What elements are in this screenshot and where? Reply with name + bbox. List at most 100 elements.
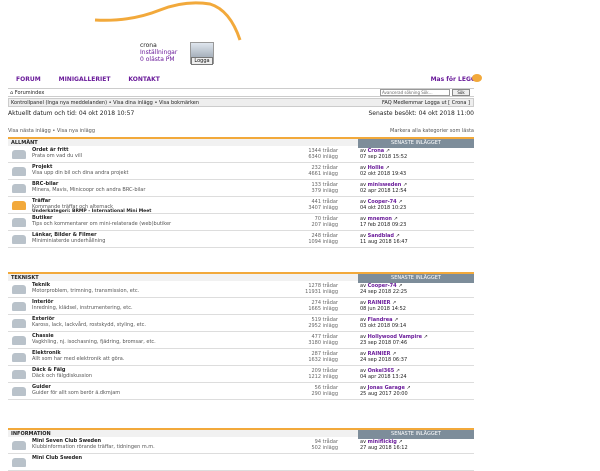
forum-folder-icon [12,285,26,294]
settings-link[interactable]: Inställningar [140,49,177,56]
forum-row: Mini Seven Club Sweden Klubbinformation r… [8,437,474,454]
post-count: 11931 inlägg [305,289,338,295]
forum-row: Ordet är fritt Prata om vad du vill 1344 t… [8,146,474,163]
forum-row: Chassie Vagkhling, nj. isochasning, fjädr… [8,332,474,349]
forum-title[interactable]: Mini Club Sweden [32,455,82,461]
forum-folder-icon [12,319,26,328]
forum-row: Elektronik Allt som har med elektronik at… [8,349,474,366]
last-post[interactable]: av Sandblad ↗ 11 aug 2018 16:47 [360,233,408,245]
forum-folder-icon [12,218,26,227]
last-post[interactable]: av Cooper-74 ↗ 04 okt 2018 10:23 [360,199,406,211]
nav-gallery[interactable]: MINIGALLERIET [59,76,111,83]
forum-folder-icon [12,441,26,450]
last-post[interactable]: av miniflickig ↗ 27 aug 2018 16:12 [360,439,408,451]
post-count: 1212 inlägg [308,374,338,380]
last-post-date: 24 sep 2018 22:25 [360,289,408,295]
nav-contact[interactable]: KONTAKT [128,76,160,83]
forum-row: Mini Club Sweden [8,454,474,471]
last-post[interactable]: av Onkel365 ↗ 04 apr 2018 13:24 [360,368,407,380]
last-post[interactable]: av Crona ↗ 07 sep 2018 15:52 [360,148,407,160]
last-post[interactable]: av Flandrea ↗ 03 okt 2018 09:14 [360,317,406,329]
forum-stats: 209 trådar 1212 inlägg [278,368,338,380]
post-count: 2952 inlägg [308,323,338,329]
last-visit: Senaste besökt: 04 okt 2018 11:00 [368,110,474,117]
section-header: TEKNISKT SENASTE INLÄGGET [8,272,474,283]
last-post-date: 24 sep 2018 06:37 [360,357,408,363]
date-info: Aktuellt datum och tid: 04 okt 2018 10:5… [8,110,474,117]
forum-folder-icon [12,167,26,176]
forum-description: Kaross, lack, lackvård, rostskydd, styli… [32,322,146,328]
last-post[interactable]: av RAINIER ↗ 08 jun 2018 14:52 [360,300,406,312]
post-links: Visa nästa inlägg • Visa nya inlägg Mark… [8,128,474,134]
forum-stats: 248 trådar 1094 inlägg [278,233,338,245]
forum-stats: 477 trådar 3180 inlägg [278,334,338,346]
forum-description: Motorproblem, trimning, transmission, et… [32,288,140,294]
post-count: 379 inlägg [311,188,339,194]
forum-folder-icon [12,370,26,379]
last-post-date: 23 sep 2018 07:46 [360,340,408,346]
view-posts-link[interactable]: Visa nästa inlägg • Visa nya inlägg [8,128,95,134]
nav-forum[interactable]: FORUM [16,76,41,83]
logo-swoosh-icon [94,1,242,41]
section-header: INFORMATION SENASTE INLÄGGET [8,428,474,439]
forum-row: Teknik Motorproblem, trimning, transmissi… [8,281,474,298]
last-post-date: 02 okt 2018 19:43 [360,171,407,177]
avatar[interactable]: Logga [190,42,214,65]
search-button[interactable]: Sök [452,89,470,96]
forum-description: Tips och kommentarer om mini-relaterade … [32,221,172,227]
forum-folder-icon [12,150,26,159]
last-post-date: 04 okt 2018 10:23 [360,205,407,211]
last-post-date: 17 feb 2018 09:23 [360,222,407,228]
post-count: 502 inlägg [311,445,339,451]
header: crona Inställningar 0 olästa PM Logga [0,0,600,70]
forum-folder-icon [12,302,26,311]
last-post[interactable]: av RAINIER ↗ 24 sep 2018 06:37 [360,351,407,363]
post-count: 3407 inlägg [308,205,338,211]
forum-section: TEKNISKT SENASTE INLÄGGET Teknik Motorprobl… [8,272,474,400]
breadcrumb[interactable]: Kontrollpanel (Inga nya meddelanden) • V… [11,100,199,106]
forum-section: INFORMATION SENASTE INLÄGGET Mini Seven Cl… [8,428,474,471]
forum-row: BRC-bilar Minera, Mavis, Minicoopr och an… [8,180,474,197]
chat-icon[interactable] [472,74,482,82]
forum-stats: 1278 trådar 11931 inlägg [278,283,338,295]
post-count: 1094 inlägg [308,239,338,245]
forum-description: Prata om vad du vill [32,153,83,159]
last-post-date: 04 apr 2018 13:24 [360,374,407,380]
forum-stats: 94 trådar 502 inlägg [278,439,339,451]
forum-index-link[interactable]: Forumindex [15,90,45,96]
last-post[interactable]: av minisweden ↗ 02 apr 2018 12:54 [360,182,407,194]
logout-button[interactable]: Logga [191,57,213,65]
forum-stats: 133 trådar 379 inlägg [278,182,338,194]
main-nav: FORUM MINIGALLERIET KONTAKT Mas för LEGO [0,74,600,86]
forum-folder-icon [12,184,26,193]
mark-read-link[interactable]: Markera alla kategorier som lästa [390,128,474,134]
current-time: Aktuellt datum och tid: 04 okt 2018 10:5… [8,110,135,117]
nav-brand[interactable]: Mas för LEGO [431,76,476,83]
post-count: 6340 inlägg [308,154,338,160]
last-post-date: 11 aug 2018 16:47 [360,239,408,245]
forum-description: Visa upp din bil och dina andra projekt [32,170,129,176]
forum-description: Guider för allt som berör ä.dkmjam [32,390,121,396]
search-input[interactable]: Avancerad sökning Sök… [380,89,450,96]
last-post-date: 25 aug 2017 20:00 [360,391,408,397]
section-header: ALLMÄNT SENASTE INLÄGGET [8,137,474,148]
last-post[interactable]: av Cooper-74 ↗ 24 sep 2018 22:25 [360,283,407,295]
goto-post-icon: ↗ [423,334,428,340]
last-post[interactable]: av Hollywood Vampire ↗ 23 sep 2018 07:46 [360,334,428,346]
last-post[interactable]: av Hollie ↗ 02 okt 2018 19:43 [360,165,406,177]
quick-links[interactable]: FAQ Medlemmar Logga ut [ Crona ] [382,100,470,106]
pm-link[interactable]: 0 olästa PM [140,56,177,63]
post-count: 1632 inlägg [308,357,338,363]
last-post[interactable]: av Jonas Garage ↗ 25 aug 2017 20:00 [360,385,411,397]
forum-folder-icon [12,336,26,345]
forum-description: Minera, Mavis, Minicoopr och andra BRC-b… [32,187,146,193]
forum-stats: 70 trådar 207 inlägg [278,216,339,228]
forum-row: Butiker Tips och kommentarer om mini-rela… [8,214,474,231]
forum-stats: 274 trådar 1665 inlägg [278,300,338,312]
last-post-date: 03 okt 2018 09:14 [360,323,407,329]
forum-stats: 287 trådar 1632 inlägg [278,351,338,363]
forum-row: Däck & Fälg Däck och fälgdiskussion 209 tr… [8,366,474,383]
post-count: 290 inlägg [311,391,339,397]
last-post-date: 02 apr 2018 12:54 [360,188,407,194]
last-post[interactable]: av mnemon ↗ 17 feb 2018 09:23 [360,216,406,228]
